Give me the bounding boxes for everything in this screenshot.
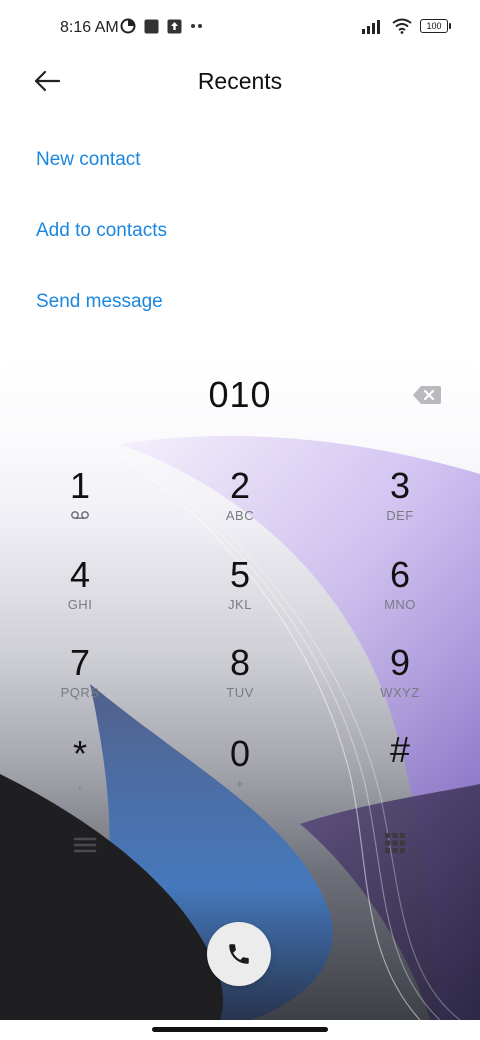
upload-notification-icon bbox=[167, 19, 182, 33]
key-letters: + bbox=[235, 776, 245, 791]
key-4[interactable]: 4 GHI bbox=[20, 555, 140, 635]
battery-icon: 100 bbox=[420, 19, 451, 33]
call-button[interactable] bbox=[207, 922, 271, 986]
key-letters: GHI bbox=[67, 597, 93, 612]
dialpad-toggle-button[interactable] bbox=[384, 832, 406, 854]
phone-icon bbox=[229, 944, 249, 964]
key-digit: 4 bbox=[69, 554, 91, 595]
more-dots-icon bbox=[191, 24, 202, 28]
dialpad-grid-icon bbox=[385, 833, 405, 853]
key-digit: 8 bbox=[229, 642, 251, 683]
delete-button[interactable] bbox=[412, 384, 442, 406]
square-notification-icon bbox=[144, 19, 159, 33]
key-digit: # bbox=[389, 729, 411, 770]
key-letters: DEF bbox=[386, 508, 414, 523]
key-digit: 3 bbox=[389, 465, 411, 506]
status-bar: 8:16 AM 100 bbox=[0, 0, 480, 56]
key-letters: TUV bbox=[226, 685, 254, 700]
key-7[interactable]: 7 PQRS bbox=[20, 643, 140, 723]
key-2[interactable]: 2 ABC bbox=[180, 466, 300, 546]
backspace-icon bbox=[413, 386, 441, 404]
system-icons: 100 bbox=[362, 18, 451, 34]
key-letters: , bbox=[77, 776, 83, 791]
key-5[interactable]: 5 JKL bbox=[180, 555, 300, 635]
add-to-contacts-link[interactable]: Add to contacts bbox=[36, 220, 167, 242]
status-time: 8:16 AM bbox=[60, 19, 119, 36]
key-digit: 7 bbox=[69, 642, 91, 683]
wifi-icon bbox=[392, 18, 412, 34]
key-letters: JKL bbox=[228, 597, 252, 612]
key-digit: * bbox=[72, 733, 87, 774]
notification-icons bbox=[120, 18, 204, 34]
key-star[interactable]: * , bbox=[20, 734, 140, 814]
key-digit: 0 bbox=[229, 733, 251, 774]
voicemail-icon bbox=[71, 511, 89, 519]
key-digit: 5 bbox=[229, 554, 251, 595]
key-letters: ABC bbox=[225, 508, 255, 523]
key-6[interactable]: 6 MNO bbox=[340, 555, 460, 635]
key-digit: 9 bbox=[389, 642, 411, 683]
key-digit: 1 bbox=[69, 465, 91, 506]
page-title: Recents bbox=[197, 68, 283, 94]
signal-icon bbox=[362, 20, 380, 34]
key-hash[interactable]: # bbox=[340, 730, 460, 810]
key-8[interactable]: 8 TUV bbox=[180, 643, 300, 723]
key-letters: MNO bbox=[384, 597, 416, 612]
menu-button[interactable] bbox=[72, 834, 98, 856]
key-9[interactable]: 9 WXYZ bbox=[340, 643, 460, 723]
dialed-number: 010 bbox=[208, 374, 272, 415]
dialpad: 010 1 2 ABC 3 DEF 4 GHI 5 JKL 6 MNO 7 PQ… bbox=[0, 354, 480, 1020]
key-letters: PQRS bbox=[60, 685, 100, 700]
menu-icon bbox=[73, 837, 97, 853]
key-letters: WXYZ bbox=[380, 685, 420, 700]
key-1[interactable]: 1 bbox=[20, 466, 140, 546]
battery-level: 100 bbox=[426, 21, 442, 31]
data-saver-icon bbox=[120, 18, 136, 34]
key-0[interactable]: 0 + bbox=[180, 734, 300, 814]
key-digit: 6 bbox=[389, 554, 411, 595]
key-digit: 2 bbox=[229, 465, 251, 506]
key-3[interactable]: 3 DEF bbox=[340, 466, 460, 546]
send-message-link[interactable]: Send message bbox=[36, 291, 163, 313]
new-contact-link[interactable]: New contact bbox=[36, 149, 141, 171]
home-indicator[interactable] bbox=[152, 1027, 328, 1032]
